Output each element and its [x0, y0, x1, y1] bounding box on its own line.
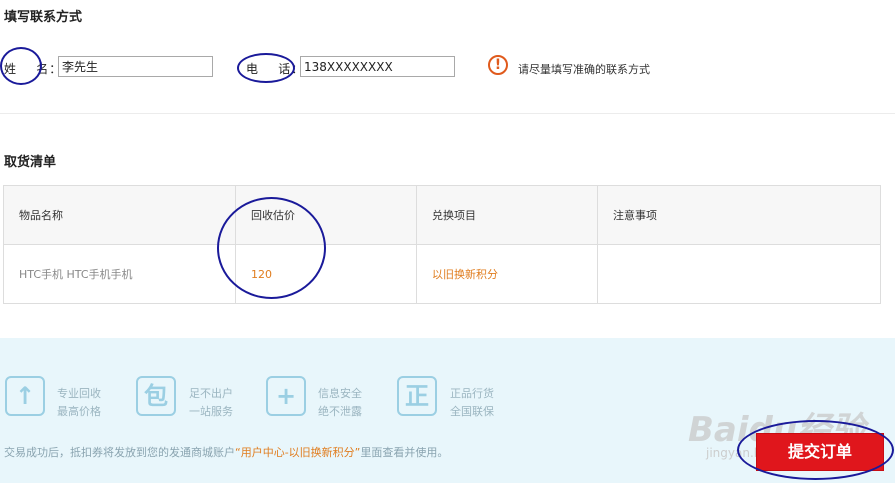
feature-line: 最高价格 [57, 405, 101, 418]
notice-prefix: 交易成功后，抵扣券将发放到您的发通商城账户 [4, 446, 235, 459]
phone-input[interactable] [300, 56, 455, 77]
cell-exchange: 以旧换新积分 [416, 244, 598, 304]
feature-professional: 专业回收 最高价格 [57, 385, 101, 421]
up-arrow-icon: ↑ [5, 376, 45, 416]
contact-section-title: 填写联系方式 [4, 10, 83, 25]
feature-line: 一站服务 [189, 405, 233, 418]
column-header-exchange: 兑换项目 [416, 185, 598, 245]
feature-line: 全国联保 [450, 405, 494, 418]
genuine-icon: 正 [397, 376, 437, 416]
user-center-link[interactable]: “用户中心-以旧换新积分” [235, 446, 360, 459]
column-header-item: 物品名称 [3, 185, 236, 245]
shield-plus-icon: + [266, 376, 306, 416]
annotation-circle-phone [237, 53, 295, 83]
annotation-circle-estimate [217, 197, 326, 299]
notice-suffix: 里面查看并使用。 [360, 446, 449, 459]
feature-line: 正品行货 [450, 387, 494, 400]
feature-convenience: 足不出户 一站服务 [189, 385, 233, 421]
feature-line: 绝不泄露 [318, 405, 362, 418]
annotation-circle-name [0, 47, 42, 85]
pickup-section-title: 取货清单 [4, 155, 57, 170]
feature-line: 足不出户 [189, 387, 233, 400]
package-icon: 包 [136, 376, 176, 416]
feature-line: 专业回收 [57, 387, 101, 400]
pickup-table: 物品名称 回收估价 兑换项目 注意事项 HTC手机 HTC手机手机 120 以旧… [3, 185, 881, 304]
points-notice: 交易成功后，抵扣券将发放到您的发通商城账户“用户中心-以旧换新积分”里面查看并使… [4, 444, 448, 460]
section-divider [0, 113, 895, 114]
name-input[interactable] [58, 56, 213, 77]
table-header-row: 物品名称 回收估价 兑换项目 注意事项 [3, 185, 881, 245]
exclamation-icon: ! [488, 55, 508, 75]
contact-hint: 请尽量填写准确的联系方式 [518, 63, 650, 76]
table-row: HTC手机 HTC手机手机 120 以旧换新积分 [3, 244, 881, 304]
cell-item-name: HTC手机 HTC手机手机 [3, 244, 236, 304]
feature-security: 信息安全 绝不泄露 [318, 385, 362, 421]
feature-line: 信息安全 [318, 387, 362, 400]
column-header-notes: 注意事项 [597, 185, 881, 245]
cell-notes [597, 244, 881, 304]
feature-genuine: 正品行货 全国联保 [450, 385, 494, 421]
annotation-circle-submit [737, 420, 894, 480]
